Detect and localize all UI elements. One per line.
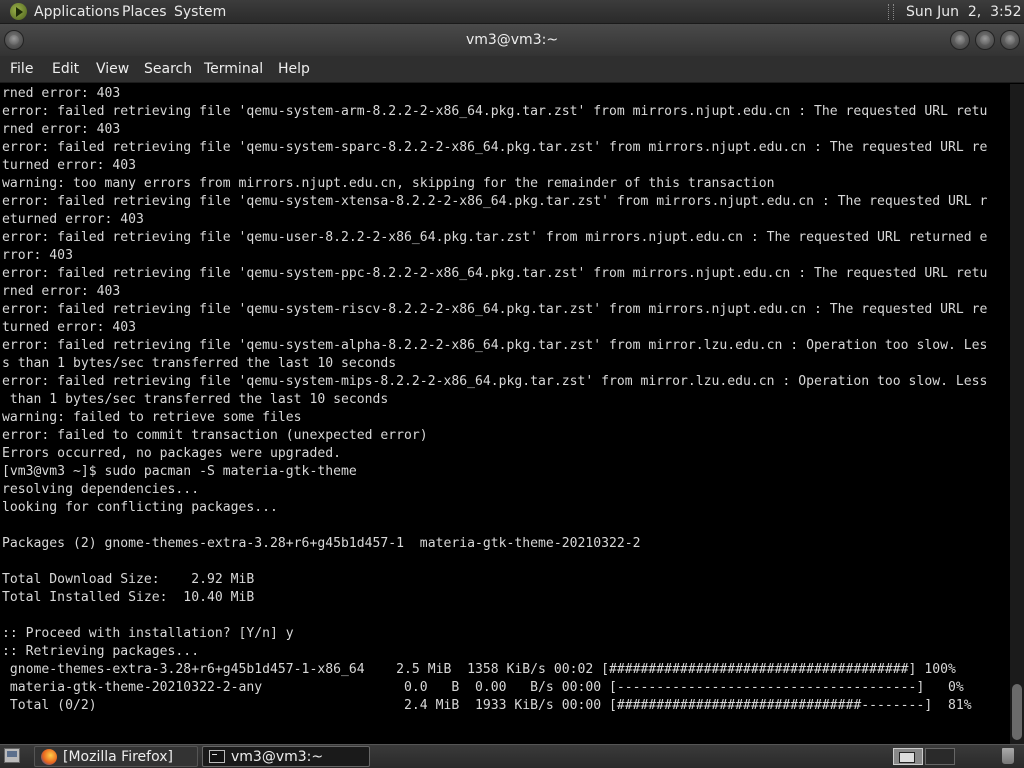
terminal-line: error: failed retrieving file 'qemu-syst…: [2, 302, 988, 317]
menu-view[interactable]: View: [96, 56, 129, 83]
terminal-line: rned error: 403: [2, 86, 121, 101]
terminal-line: rned error: 403: [2, 284, 121, 299]
terminal-line: warning: failed to retrieve some files: [2, 410, 302, 425]
clock[interactable]: Sun Jun 2, 3:52 AM: [906, 0, 1024, 24]
taskbar-firefox-label: [Mozilla Firefox]: [63, 749, 173, 765]
close-button[interactable]: [1000, 30, 1020, 50]
terminal-line: warning: too many errors from mirrors.nj…: [2, 176, 775, 191]
terminal-line: :: Proceed with installation? [Y/n] y: [2, 626, 294, 641]
workspace-1[interactable]: [893, 748, 923, 765]
menu-edit[interactable]: Edit: [52, 56, 79, 83]
terminal-line: error: failed to commit transaction (une…: [2, 428, 428, 443]
terminal-line: :: Retrieving packages...: [2, 644, 200, 659]
trash-icon[interactable]: [1002, 748, 1014, 764]
terminal-line: error: failed retrieving file 'qemu-syst…: [2, 104, 988, 119]
terminal-line: rned error: 403: [2, 122, 121, 137]
bottom-taskbar: [Mozilla Firefox] vm3@vm3:~: [0, 744, 1024, 768]
window-titlebar[interactable]: vm3@vm3:~: [0, 24, 1024, 56]
show-desktop-icon[interactable]: [4, 748, 20, 763]
terminal-line: Total Download Size: 2.92 MiB: [2, 572, 255, 587]
terminal-line: Packages (2) gnome-themes-extra-3.28+r6+…: [2, 536, 641, 551]
menu-search[interactable]: Search: [144, 56, 192, 83]
menu-terminal[interactable]: Terminal: [204, 56, 263, 83]
terminal-line: eturned error: 403: [2, 212, 144, 227]
gnome-foot-icon[interactable]: [10, 3, 27, 20]
terminal-line: Total Installed Size: 10.40 MiB: [2, 590, 255, 605]
terminal-line: error: failed retrieving file 'qemu-syst…: [2, 338, 988, 353]
places-menu[interactable]: Places: [122, 0, 167, 24]
firefox-icon: [41, 749, 57, 765]
top-panel: Applications Places System Sun Jun 2, 3:…: [0, 0, 1024, 24]
terminal-line: Errors occurred, no packages were upgrad…: [2, 446, 341, 461]
terminal-line: turned error: 403: [2, 320, 137, 335]
menu-file[interactable]: File: [10, 56, 33, 83]
taskbar-terminal-label: vm3@vm3:~: [231, 749, 324, 765]
terminal-icon: [209, 750, 225, 763]
taskbar-firefox[interactable]: [Mozilla Firefox]: [34, 746, 198, 767]
terminal-line: rror: 403: [2, 248, 73, 263]
terminal-line: turned error: 403: [2, 158, 137, 173]
terminal-line: error: failed retrieving file 'qemu-syst…: [2, 194, 988, 209]
menubar: File Edit View Search Terminal Help: [0, 56, 1024, 83]
terminal-line: [vm3@vm3 ~]$ sudo pacman -S materia-gtk-…: [2, 464, 357, 479]
terminal-line: error: failed retrieving file 'qemu-syst…: [2, 266, 988, 281]
terminal-line: resolving dependencies...: [2, 482, 200, 497]
window-title: vm3@vm3:~: [465, 32, 559, 48]
window-menu-button[interactable]: [4, 30, 24, 50]
terminal-line: error: failed retrieving file 'qemu-syst…: [2, 140, 988, 155]
panel-separator: [888, 4, 894, 20]
terminal-line: than 1 bytes/sec transferred the last 10…: [2, 392, 389, 407]
minimize-button[interactable]: [950, 30, 970, 50]
terminal-line: error: failed retrieving file 'qemu-user…: [2, 230, 988, 245]
terminal-line: materia-gtk-theme-20210322-2-any 0.0 B 0…: [2, 680, 964, 695]
applications-menu[interactable]: Applications: [34, 0, 120, 24]
system-menu[interactable]: System: [174, 0, 226, 24]
terminal-line: looking for conflicting packages...: [2, 500, 278, 515]
terminal-line: Total (0/2) 2.4 MiB 1933 KiB/s 00:00 [##…: [2, 698, 972, 713]
terminal-line: error: failed retrieving file 'qemu-syst…: [2, 374, 988, 389]
terminal-line: gnome-themes-extra-3.28+r6+g45b1d457-1-x…: [2, 662, 956, 677]
menu-help[interactable]: Help: [278, 56, 310, 83]
taskbar-terminal[interactable]: vm3@vm3:~: [202, 746, 370, 767]
terminal-line: s than 1 bytes/sec transferred the last …: [2, 356, 397, 371]
terminal-output[interactable]: rned error: 403 error: failed retrieving …: [0, 84, 1010, 744]
scrollbar-thumb[interactable]: [1012, 684, 1022, 740]
workspace-2[interactable]: [925, 748, 955, 765]
terminal-scrollbar[interactable]: [1010, 84, 1024, 744]
maximize-button[interactable]: [975, 30, 995, 50]
